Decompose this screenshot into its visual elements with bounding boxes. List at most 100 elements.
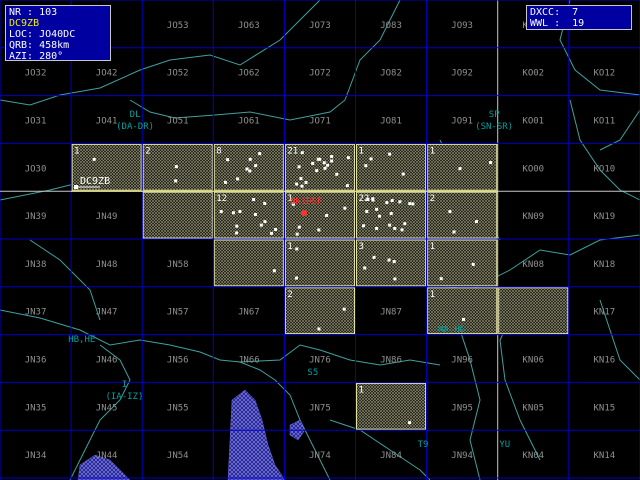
grid-label: JN67: [238, 308, 260, 318]
square-count: 1: [287, 242, 292, 252]
square-count: 1: [74, 146, 79, 156]
square-count: 2: [287, 290, 292, 300]
locator-map[interactable]: 1 2 8 21 1 112 1 22 21 3 12 11 JO53 JO63 JO73 JO83 JO93…: [0, 0, 640, 480]
grid-label: JO61: [238, 117, 260, 127]
worked-square[interactable]: 1: [356, 382, 427, 430]
square-count: 1: [359, 385, 364, 395]
grid-label: KO02: [522, 69, 544, 79]
grid-label: JN45: [96, 403, 118, 413]
grid-label: JO93: [451, 21, 473, 31]
grid-label: JN86: [380, 356, 402, 366]
country-label: SP: [489, 110, 500, 120]
grid-label: JN46: [96, 356, 118, 366]
grid-label: KO11: [594, 117, 616, 127]
country-label: DL: [130, 110, 141, 120]
country-label: T9: [418, 440, 429, 450]
country-label: (DA-DR): [116, 122, 154, 132]
grid-label: JN48: [96, 260, 118, 270]
grid-label: JO71: [309, 117, 331, 127]
grid-label: JO42: [96, 69, 118, 79]
own-station-call: DC9ZB: [80, 176, 110, 187]
grid-label: JN76: [309, 356, 331, 366]
worked-square[interactable]: [213, 239, 284, 287]
grid-label: JO51: [167, 117, 189, 127]
square-count: 2: [430, 194, 435, 204]
square-count: 3: [359, 242, 364, 252]
grid-label: KN05: [522, 403, 544, 413]
grid-label: JO92: [451, 69, 473, 79]
grid-label: KN16: [594, 356, 616, 366]
grid-label: JN66: [238, 356, 260, 366]
grid-label: JN95: [451, 403, 473, 413]
worked-square[interactable]: [142, 191, 213, 239]
country-label: (SN-SR): [475, 122, 513, 132]
call-value: DC9ZB: [9, 18, 40, 29]
grid-label: JN36: [25, 356, 47, 366]
grid-label: JN94: [451, 451, 473, 461]
grid-label: JN38: [25, 260, 47, 270]
worked-square[interactable]: 12: [213, 191, 284, 239]
grid-label: KO00: [522, 164, 544, 174]
worked-square[interactable]: 2: [284, 287, 355, 335]
grid-label: JN74: [309, 451, 331, 461]
square-count: 1: [359, 146, 364, 156]
country-label: S5: [307, 368, 318, 378]
grid-label: JN54: [167, 451, 189, 461]
grid-label: KN09: [522, 212, 544, 222]
grid-label: JO91: [451, 117, 473, 127]
loc-value: LOC: JO40DC: [9, 29, 76, 40]
worked-square[interactable]: [498, 287, 569, 335]
worked-square[interactable]: 1: [427, 143, 498, 191]
country-label: YU: [499, 440, 510, 450]
target-call: OK1DSF: [290, 197, 323, 207]
grid-label: JN39: [25, 212, 47, 222]
grid-label: JN58: [167, 260, 189, 270]
worked-square[interactable]: 1: [427, 239, 498, 287]
grid-label: JO31: [25, 117, 47, 127]
grid-label: KN19: [594, 212, 616, 222]
square-count: 2: [145, 146, 150, 156]
grid-label: JO62: [238, 69, 260, 79]
grid-label: JN34: [25, 451, 47, 461]
grid-label: JO83: [380, 21, 402, 31]
grid-label: KN18: [594, 260, 616, 270]
sea-area: [227, 389, 286, 480]
square-count: 1: [430, 290, 435, 300]
grid-label: JN44: [96, 451, 118, 461]
grid-label: JN84: [380, 451, 402, 461]
grid-label: JN37: [25, 308, 47, 318]
grid-label: KO01: [522, 117, 544, 127]
worked-square[interactable]: 2: [427, 191, 498, 239]
grid-label: JN75: [309, 403, 331, 413]
nr-value: NR : 103: [9, 7, 58, 18]
grid-label: JN47: [96, 308, 118, 318]
grid-label: JN87: [380, 308, 402, 318]
square-count: 1: [430, 242, 435, 252]
country-label: HA,HG: [438, 325, 465, 335]
square-count: 1: [430, 146, 435, 156]
grid-label: JO72: [309, 69, 331, 79]
worked-square[interactable]: 3: [356, 239, 427, 287]
country-label: HB,HE: [68, 335, 95, 345]
grid-label: JO63: [238, 21, 260, 31]
grid-label: KN08: [522, 260, 544, 270]
info-panel: NR : 103 DC9ZB LOC: JO40DC QRB: 458km AZ…: [5, 5, 111, 62]
square-count: 8: [216, 146, 221, 156]
grid-label: KO12: [594, 69, 616, 79]
worked-square[interactable]: 1: [356, 143, 427, 191]
grid-label: KN04: [522, 451, 544, 461]
grid-label: JO73: [309, 21, 331, 31]
country-label: (IA-IZ): [105, 392, 143, 402]
grid-label: JO53: [167, 21, 189, 31]
dxcc-value: DXCC: 7: [530, 7, 579, 18]
grid-label: KN06: [522, 356, 544, 366]
wwl-value: WWL : 19: [530, 18, 585, 29]
grid-label: JN49: [96, 212, 118, 222]
square-count: 21: [287, 146, 298, 156]
azi-value: AZI: 280°: [9, 51, 64, 62]
stats-panel: DXCC: 7 WWL : 19: [526, 5, 632, 30]
grid-label: KN17: [594, 308, 616, 318]
grid-label: JN57: [167, 308, 189, 318]
country-label: I: [122, 380, 127, 390]
grid-label: KO10: [594, 164, 616, 174]
